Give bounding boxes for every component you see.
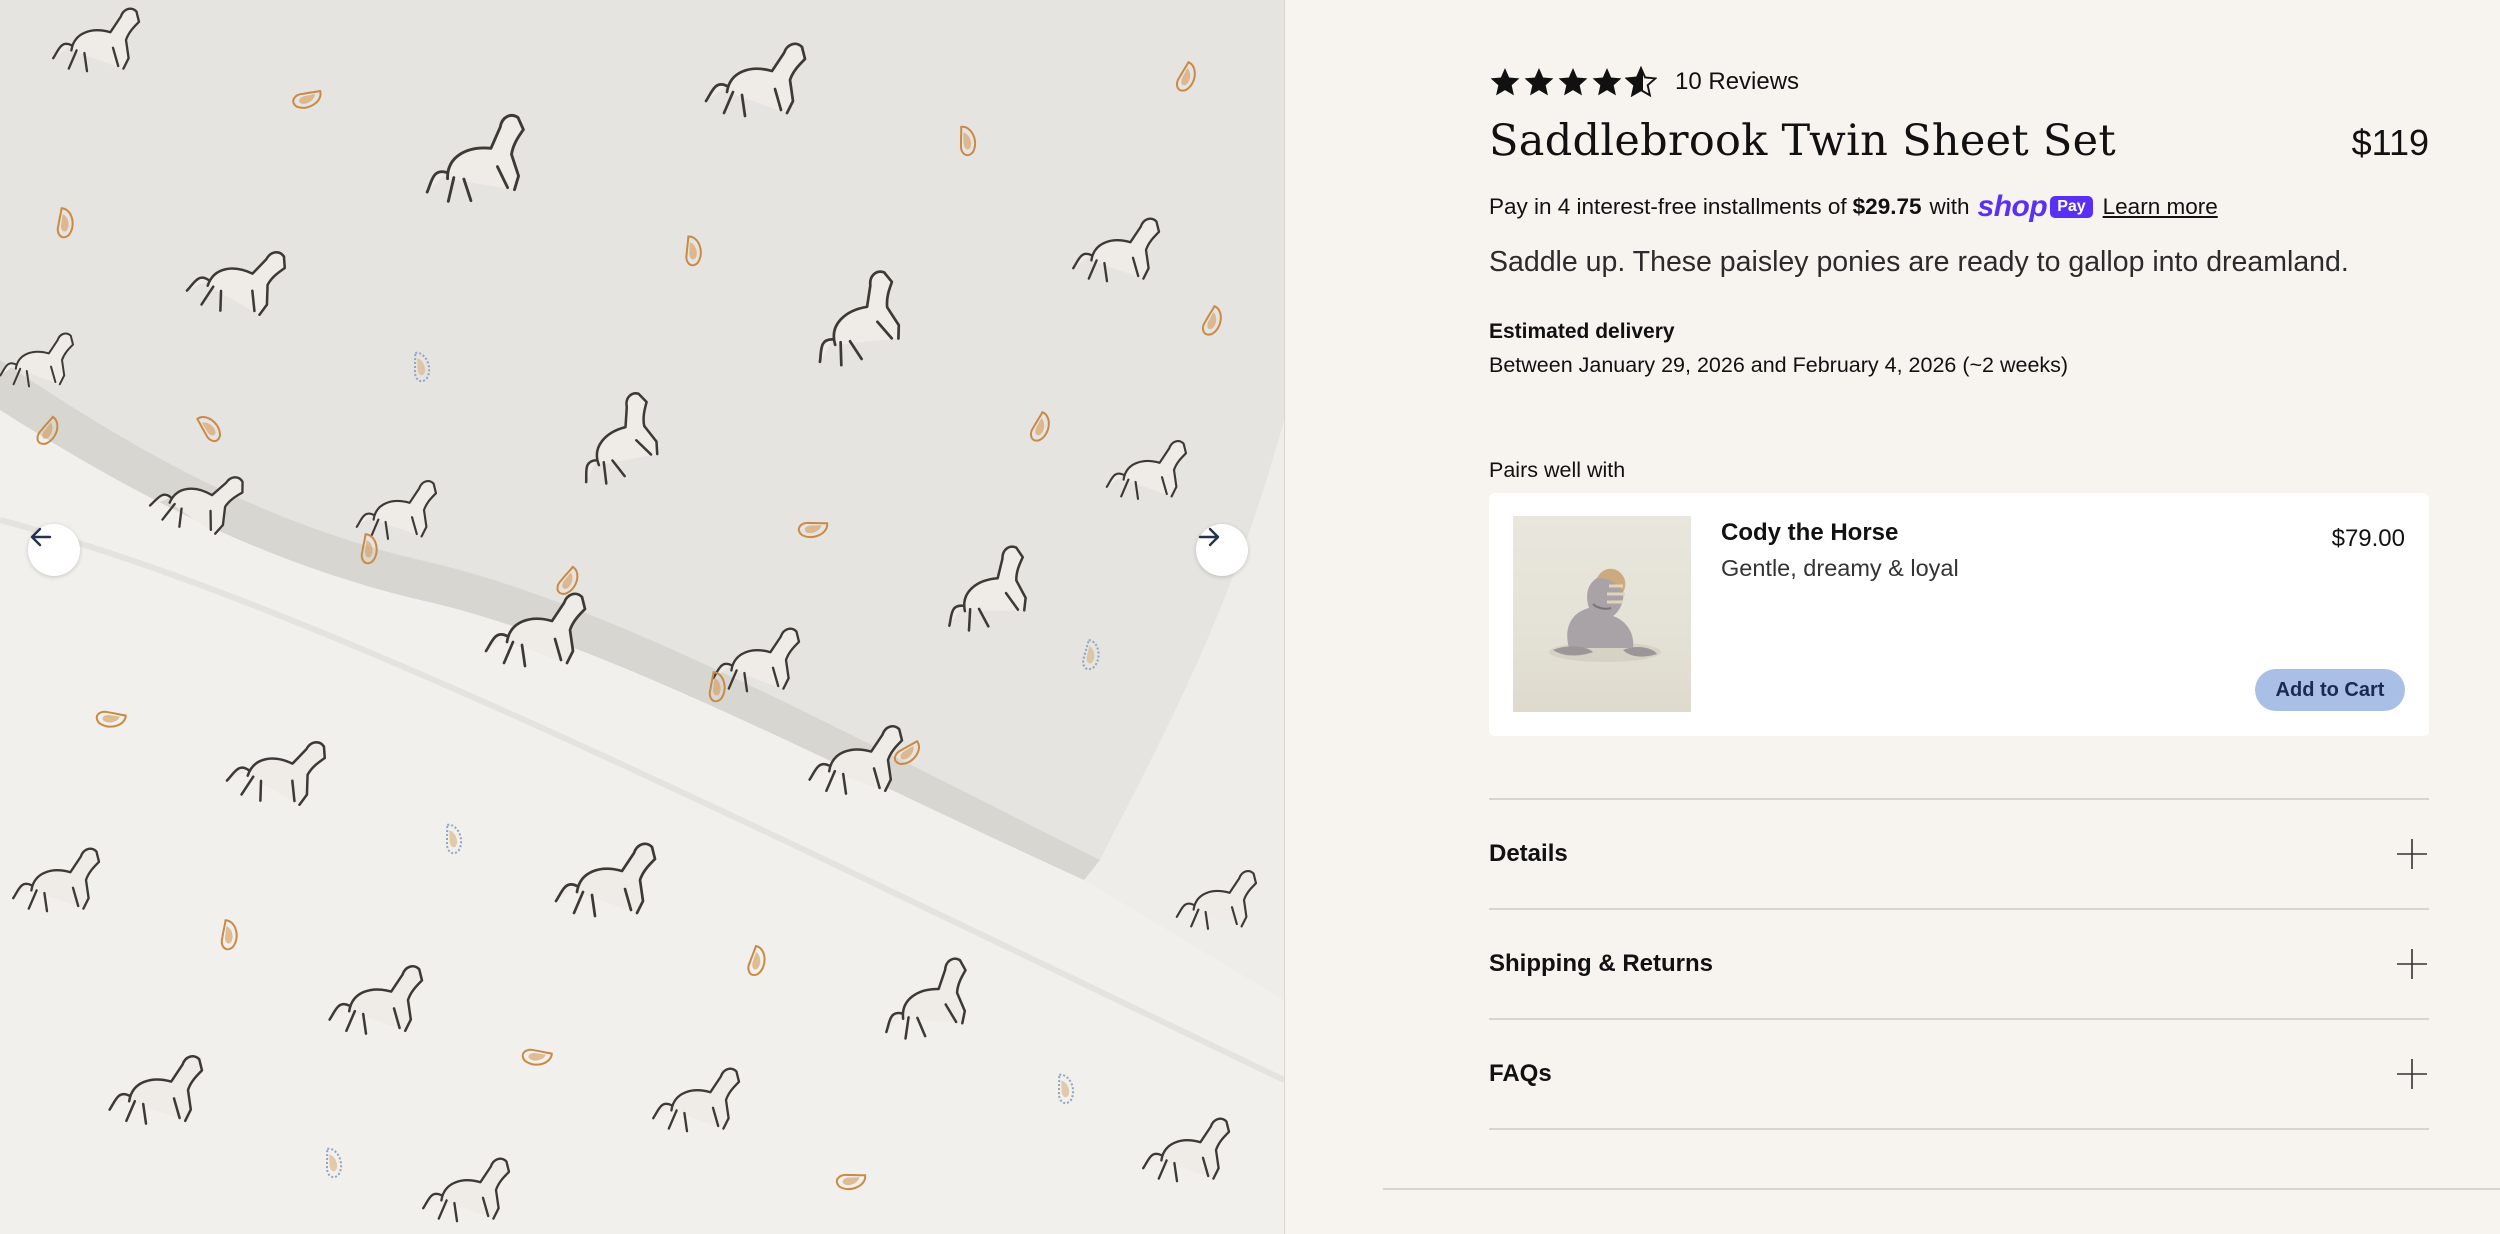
accordion-label: FAQs — [1489, 1060, 1552, 1087]
product-image — [0, 0, 1284, 1234]
pair-product-price: $79.00 — [2331, 525, 2405, 552]
product-image-gallery — [0, 0, 1285, 1234]
plus-icon — [2397, 1059, 2427, 1089]
installments-info: Pay in 4 interest-free installments of $… — [1489, 190, 2218, 224]
star-icon — [1524, 68, 1554, 96]
plus-icon — [2397, 949, 2427, 979]
pair-product-card: Cody the Horse Gentle, dreamy & loyal $7… — [1489, 493, 2429, 736]
installments-amount: $29.75 — [1852, 194, 1922, 219]
learn-more-link[interactable]: Learn more — [2103, 194, 2218, 220]
star-icon — [1490, 68, 1520, 96]
plush-horse-image — [1549, 568, 1661, 662]
pair-product-image[interactable] — [1513, 516, 1691, 712]
rating-summary[interactable]: 10 Reviews — [1489, 66, 1799, 98]
shop-pay-pill: Pay — [2050, 196, 2093, 218]
gallery-prev-button[interactable] — [28, 524, 80, 576]
accordion-details[interactable]: Details — [1489, 798, 2429, 908]
installments-prefix: Pay in 4 interest-free installments of — [1489, 194, 1847, 219]
arrow-left-icon — [30, 527, 52, 547]
accordion-faqs[interactable]: FAQs — [1489, 1018, 2429, 1130]
accordion-label: Shipping & Returns — [1489, 950, 1713, 977]
pair-product-name[interactable]: Cody the Horse — [1721, 519, 1898, 547]
accordion-label: Details — [1489, 840, 1568, 867]
star-icon — [1592, 68, 1622, 96]
reviews-link[interactable]: 10 Reviews — [1675, 68, 1799, 96]
product-price: $119 — [2351, 122, 2429, 163]
plus-icon — [2397, 839, 2427, 869]
shop-pay-logo: shop Pay — [1978, 190, 2093, 224]
installments-suffix: with — [1929, 194, 1970, 219]
product-title: Saddlebrook Twin Sheet Set — [1489, 116, 2116, 166]
star-half-icon — [1625, 66, 1657, 98]
star-icon — [1558, 68, 1588, 96]
delivery-label: Estimated delivery — [1489, 320, 1675, 343]
delivery-dates: Between January 29, 2026 and February 4,… — [1489, 353, 2069, 377]
gallery-next-button[interactable] — [1196, 524, 1248, 576]
star-rating — [1489, 66, 1657, 98]
pair-product-description: Gentle, dreamy & loyal — [1721, 555, 1959, 581]
product-tagline: Saddle up. These paisley ponies are read… — [1489, 246, 2349, 278]
shop-pay-word: shop — [1977, 190, 2048, 223]
pairs-well-label: Pairs well with — [1489, 458, 1626, 482]
add-to-cart-button[interactable]: Add to Cart — [2255, 669, 2405, 711]
arrow-right-icon — [1198, 527, 1220, 547]
product-accordion: Details Shipping & Returns FAQs — [1489, 798, 2429, 1130]
section-divider — [1383, 1188, 2500, 1190]
accordion-shipping-returns[interactable]: Shipping & Returns — [1489, 908, 2429, 1018]
